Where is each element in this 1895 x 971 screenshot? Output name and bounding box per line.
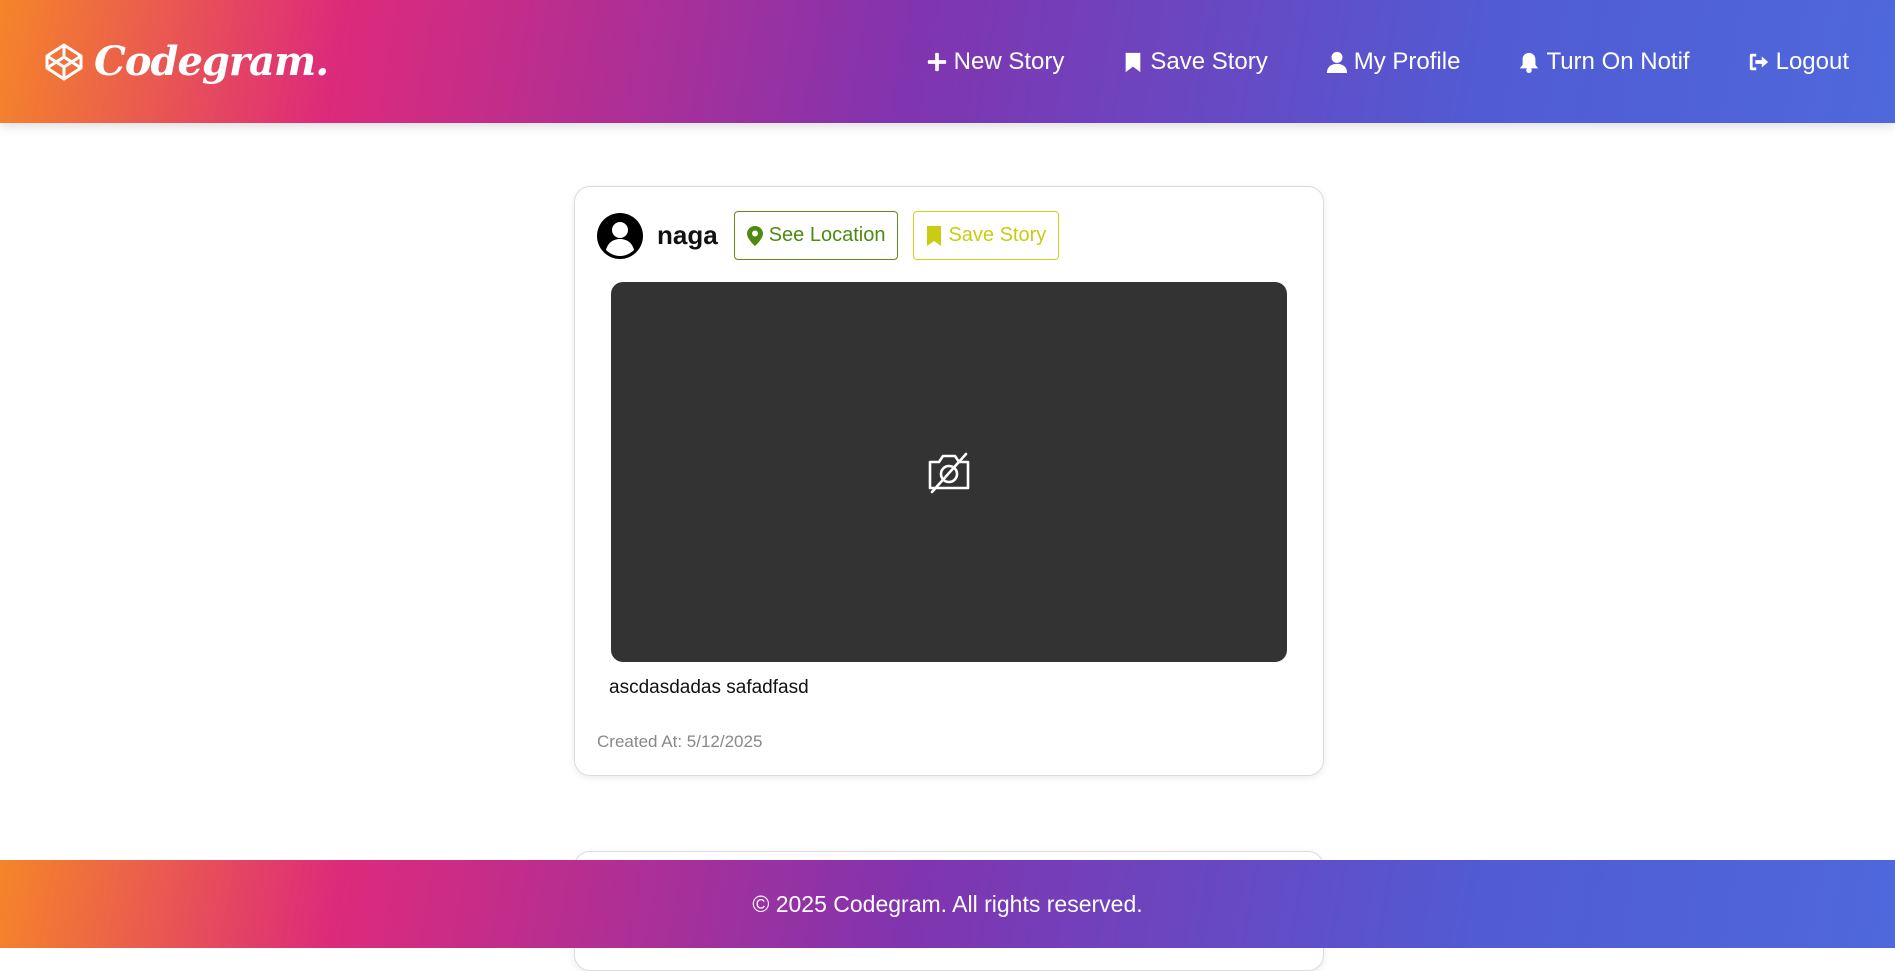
bookmark-icon xyxy=(927,225,942,246)
avatar xyxy=(597,212,643,259)
logout-label: Logout xyxy=(1775,47,1849,75)
see-location-label: See Location xyxy=(768,224,886,246)
nav-links: New Story Save Story My Profile Turn On … xyxy=(926,48,1849,76)
brand-logo[interactable]: Codegram. xyxy=(44,38,329,85)
story-card: naga See Location Save Story ascdasdadas… xyxy=(574,186,1324,776)
footer: © 2025 Codegram. All rights reserved. xyxy=(0,860,1895,948)
see-location-button[interactable]: See Location xyxy=(733,211,899,260)
my-profile-link[interactable]: My Profile xyxy=(1326,47,1461,76)
bell-icon xyxy=(1520,52,1539,73)
footer-copyright: © 2025 Codegram. All rights reserved. xyxy=(752,890,1143,917)
plus-icon xyxy=(927,52,946,71)
codepen-icon xyxy=(45,43,83,80)
save-story-button[interactable]: Save Story xyxy=(913,211,1060,260)
camera-off-icon xyxy=(928,452,970,494)
map-pin-icon xyxy=(746,225,763,246)
logout-link[interactable]: Logout xyxy=(1748,48,1849,76)
logout-icon xyxy=(1749,53,1768,70)
story-header: naga See Location Save Story xyxy=(597,211,1060,260)
bookmark-icon xyxy=(1126,52,1141,72)
story-image-placeholder[interactable] xyxy=(611,282,1287,662)
story-description: ascdasdadas safadfasd xyxy=(609,677,809,698)
new-story-link[interactable]: New Story xyxy=(926,47,1065,76)
my-profile-label: My Profile xyxy=(1353,47,1461,75)
story-username[interactable]: naga xyxy=(657,220,718,251)
turn-on-notif-label: Turn On Notif xyxy=(1546,47,1690,75)
new-story-label: New Story xyxy=(953,47,1065,75)
turn-on-notif-link[interactable]: Turn On Notif xyxy=(1518,47,1690,76)
user-icon xyxy=(1326,51,1347,73)
save-story-label: Save Story xyxy=(1150,47,1268,75)
navbar: Codegram. New Story Save Story My Profil… xyxy=(0,0,1895,123)
story-created-at: Created At: 5/12/2025 xyxy=(597,732,763,751)
save-story-link[interactable]: Save Story xyxy=(1122,47,1268,76)
save-story-button-label: Save Story xyxy=(948,224,1047,246)
brand-name: Codegram. xyxy=(94,38,329,85)
